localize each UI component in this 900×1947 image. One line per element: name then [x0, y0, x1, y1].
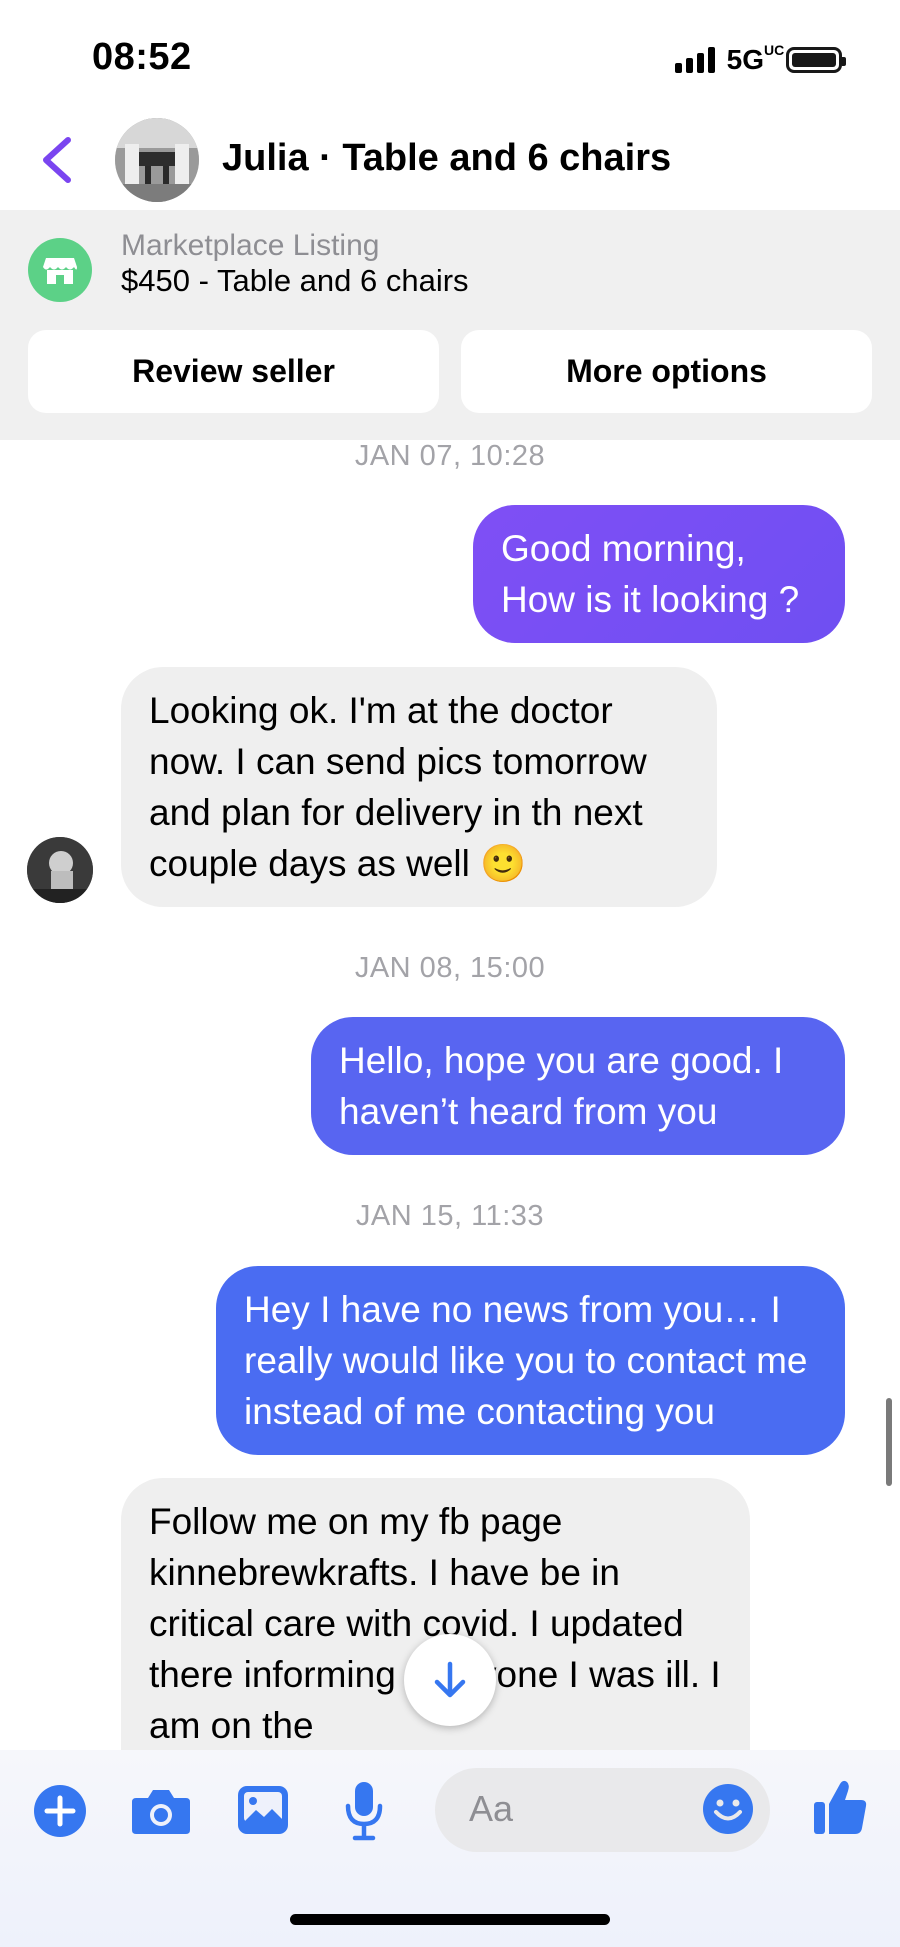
arrow-down-icon [434, 1661, 466, 1698]
incoming-message[interactable]: Looking ok. I'm at the doctor now. I can… [121, 667, 717, 907]
chevron-left-icon[interactable] [36, 132, 80, 188]
review-seller-button[interactable]: Review seller [28, 330, 439, 413]
outgoing-message[interactable]: Hey I have no news from you… I really wo… [216, 1266, 845, 1455]
scroll-to-bottom-button[interactable] [404, 1634, 496, 1726]
marketplace-listing-banner: Marketplace Listing $450 - Table and 6 c… [0, 210, 900, 440]
conversation-header: Julia · Table and 6 chairs [0, 110, 900, 210]
outgoing-message[interactable]: Good morning, How is it looking ? [473, 505, 845, 643]
incoming-message[interactable]: Follow me on my fb page kinnebrewkrafts.… [121, 1478, 750, 1768]
outgoing-message[interactable]: Hello, hope you are good. I haven’t hear… [311, 1017, 845, 1155]
marketplace-store-icon [28, 238, 92, 302]
sender-avatar[interactable] [27, 837, 93, 903]
status-bar: 08:52 5GUC [0, 0, 900, 110]
microphone-icon[interactable] [344, 1780, 384, 1842]
status-indicators: 5GUC [674, 42, 846, 76]
listing-title[interactable]: $450 - Table and 6 chairs [121, 263, 469, 299]
message-timestamp: JAN 15, 11:33 [355, 1200, 545, 1232]
listing-label: Marketplace Listing [121, 229, 380, 262]
network-sub-label: UC [764, 42, 785, 58]
signal-icon [674, 47, 715, 73]
message-text: Looking ok. I'm at the doctor now. I can… [149, 690, 647, 884]
message-input[interactable]: Aa [435, 1768, 770, 1852]
more-options-button[interactable]: More options [461, 330, 872, 413]
camera-icon[interactable] [130, 1786, 192, 1836]
network-label: 5GUC [726, 42, 785, 75]
message-timestamp: JAN 07, 10:28 [354, 440, 546, 472]
emoji-icon[interactable] [702, 1783, 754, 1835]
conversation-avatar[interactable] [115, 118, 199, 202]
home-indicator[interactable] [290, 1914, 610, 1925]
message-timestamp: JAN 08, 15:00 [354, 952, 546, 984]
image-icon[interactable] [236, 1784, 290, 1836]
status-time: 08:52 [92, 36, 192, 78]
message-input-placeholder: Aa [469, 1788, 514, 1829]
thumbs-up-icon[interactable] [812, 1778, 868, 1836]
conversation-title[interactable]: Julia · Table and 6 chairs [222, 137, 671, 180]
plus-icon[interactable] [32, 1783, 88, 1839]
battery-icon [786, 47, 846, 73]
scrollbar-thumb[interactable] [886, 1398, 892, 1486]
